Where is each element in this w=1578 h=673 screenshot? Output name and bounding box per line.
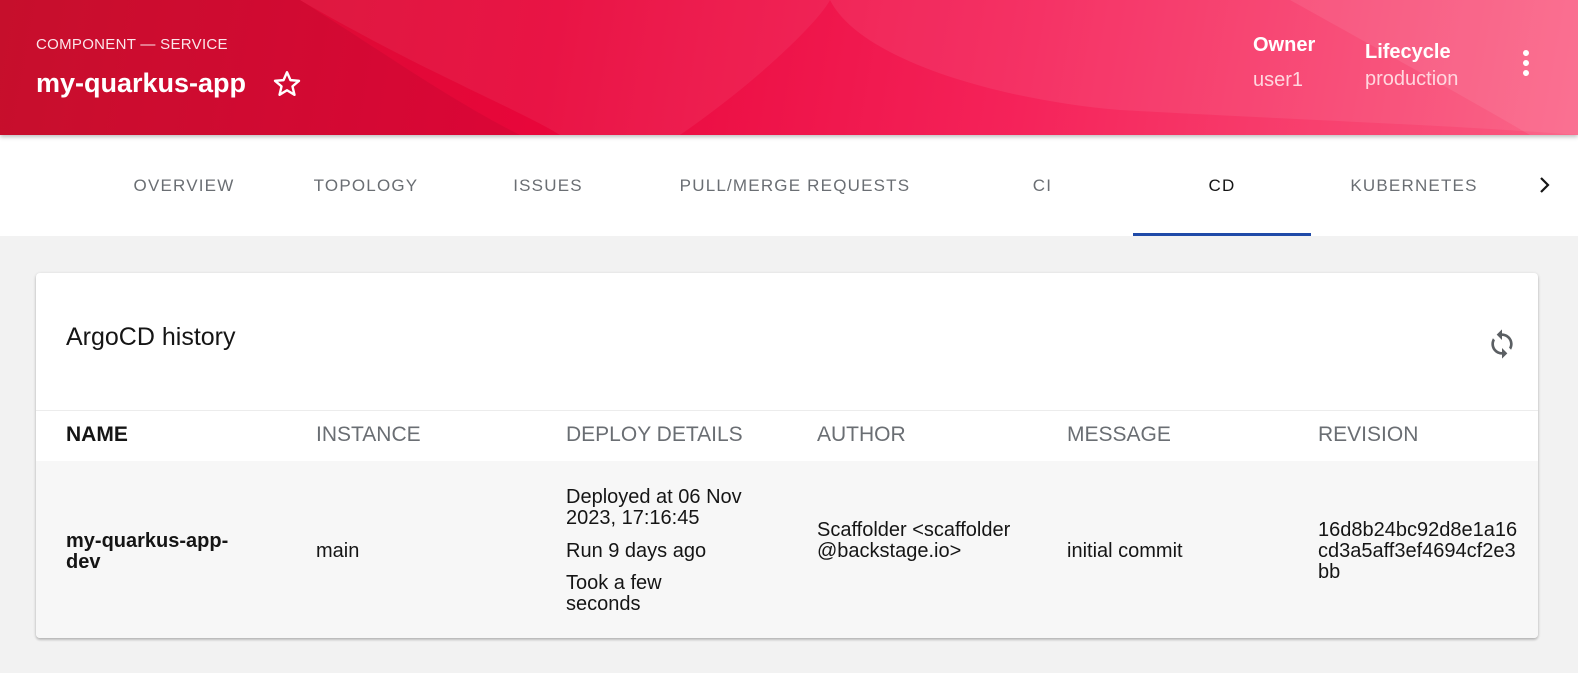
owner-value[interactable]: user1 bbox=[1253, 69, 1303, 92]
tab-overview[interactable]: OVERVIEW bbox=[110, 135, 258, 236]
column-header-deploy-details[interactable]: DEPLOY DETAILS bbox=[566, 423, 743, 447]
table-row: my-quarkus-app-dev main Deployed at 06 N… bbox=[36, 461, 1538, 638]
row-run: Run 9 days ago bbox=[566, 540, 707, 562]
column-header-instance[interactable]: INSTANCE bbox=[316, 423, 421, 447]
row-instance: main bbox=[316, 540, 360, 562]
row-revision[interactable]: 16d8b24bc92d8e1a16cd3a5aff3ef4694cf2e3bb bbox=[1318, 520, 1518, 583]
row-message: initial commit bbox=[1067, 540, 1183, 562]
entity-kind: COMPONENT — SERVICE bbox=[36, 36, 228, 53]
refresh-icon[interactable] bbox=[1486, 327, 1518, 361]
tab-topology[interactable]: TOPOLOGY bbox=[292, 135, 440, 236]
tab-cd[interactable]: CD bbox=[1133, 135, 1311, 236]
entity-header: COMPONENT — SERVICE my-quarkus-app Owner… bbox=[0, 0, 1578, 135]
star-outline-icon[interactable] bbox=[271, 68, 303, 100]
lifecycle-value: production bbox=[1365, 68, 1459, 90]
card-title: ArgoCD history bbox=[66, 323, 236, 351]
owner-label: Owner bbox=[1253, 34, 1316, 56]
row-took: Took a few seconds bbox=[566, 572, 662, 615]
entity-title: my-quarkus-app bbox=[36, 68, 247, 98]
chevron-right-icon[interactable] bbox=[1534, 175, 1554, 195]
tab-ci[interactable]: CI bbox=[965, 135, 1120, 236]
entity-tabs: OVERVIEW TOPOLOGY ISSUES PULL/MERGE REQU… bbox=[0, 135, 1578, 236]
tab-issues[interactable]: ISSUES bbox=[474, 135, 622, 236]
row-name: my-quarkus-app-dev bbox=[66, 530, 229, 573]
column-header-message[interactable]: MESSAGE bbox=[1067, 423, 1171, 447]
tab-kubernetes[interactable]: KUBERNETES bbox=[1330, 135, 1498, 236]
more-vertical-icon[interactable] bbox=[1516, 50, 1536, 82]
lifecycle-label: Lifecycle bbox=[1365, 41, 1451, 63]
row-deployed-at: Deployed at 06 Nov 2023, 17:16:45 bbox=[566, 486, 742, 529]
column-header-author[interactable]: AUTHOR bbox=[817, 423, 906, 447]
row-author: Scaffolder <scaffolder@backstage.io> bbox=[817, 519, 1011, 562]
active-tab-indicator bbox=[1133, 233, 1311, 236]
column-header-name[interactable]: NAME bbox=[66, 423, 128, 447]
argocd-history-card: ArgoCD history NAME INSTANCE DEPLOY DETA… bbox=[36, 273, 1538, 638]
column-header-revision[interactable]: REVISION bbox=[1318, 423, 1418, 447]
tab-pull-merge-requests[interactable]: PULL/MERGE REQUESTS bbox=[660, 135, 930, 236]
header-divider bbox=[36, 410, 1538, 411]
